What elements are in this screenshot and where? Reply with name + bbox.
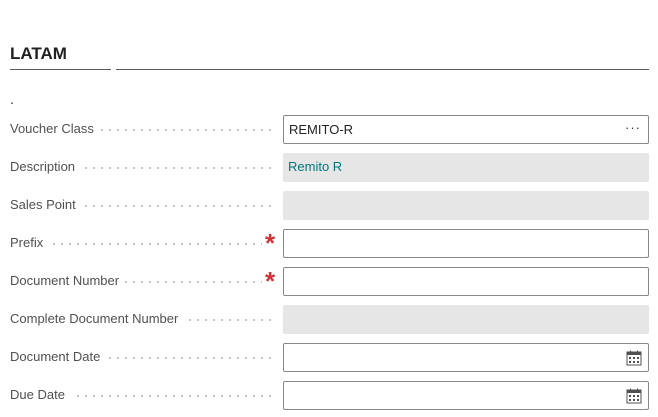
- field-label: Description: [10, 159, 82, 174]
- latam-fasttab: LATAM . Voucher Class REMITO-R ··· Descr…: [0, 0, 658, 417]
- due-date-input[interactable]: [283, 381, 649, 410]
- section-title[interactable]: LATAM: [10, 44, 67, 64]
- field-prefix: Prefix *: [10, 229, 649, 258]
- field-label: Due Date: [10, 387, 71, 402]
- section-divider-gap: [111, 67, 116, 71]
- field-description: Description Remito R: [10, 153, 649, 182]
- complete-document-number-field: [283, 305, 649, 334]
- document-date-input[interactable]: [283, 343, 649, 372]
- calendar-icon[interactable]: [626, 350, 642, 366]
- field-label: Document Number: [10, 273, 126, 288]
- field-label: Voucher Class: [10, 121, 100, 136]
- field-label: Prefix: [10, 235, 50, 250]
- sales-point-field: [283, 191, 649, 220]
- field-label: Complete Document Number: [10, 311, 185, 326]
- section-marker: .: [10, 91, 14, 107]
- calendar-icon[interactable]: [626, 388, 642, 404]
- field-value: REMITO-R: [289, 122, 354, 137]
- section-divider: [10, 69, 649, 70]
- description-field: Remito R: [283, 153, 649, 182]
- required-indicator: *: [262, 230, 279, 256]
- description-link[interactable]: Remito R: [288, 159, 342, 174]
- field-label: Sales Point: [10, 197, 82, 212]
- field-due-date: Due Date: [10, 381, 649, 410]
- label-leader-dots: [10, 243, 276, 245]
- prefix-input[interactable]: [283, 229, 649, 258]
- field-document-date: Document Date: [10, 343, 649, 372]
- field-complete-document-number: Complete Document Number: [10, 305, 649, 334]
- ellipsis-icon[interactable]: ···: [622, 119, 644, 139]
- document-number-input[interactable]: [283, 267, 649, 296]
- field-label: Document Date: [10, 349, 107, 364]
- voucher-class-input[interactable]: REMITO-R ···: [283, 115, 649, 144]
- field-sales-point: Sales Point: [10, 191, 649, 220]
- field-voucher-class: Voucher Class REMITO-R ···: [10, 115, 649, 144]
- field-document-number: Document Number *: [10, 267, 649, 296]
- section-header[interactable]: LATAM: [10, 44, 649, 71]
- required-indicator: *: [262, 268, 279, 294]
